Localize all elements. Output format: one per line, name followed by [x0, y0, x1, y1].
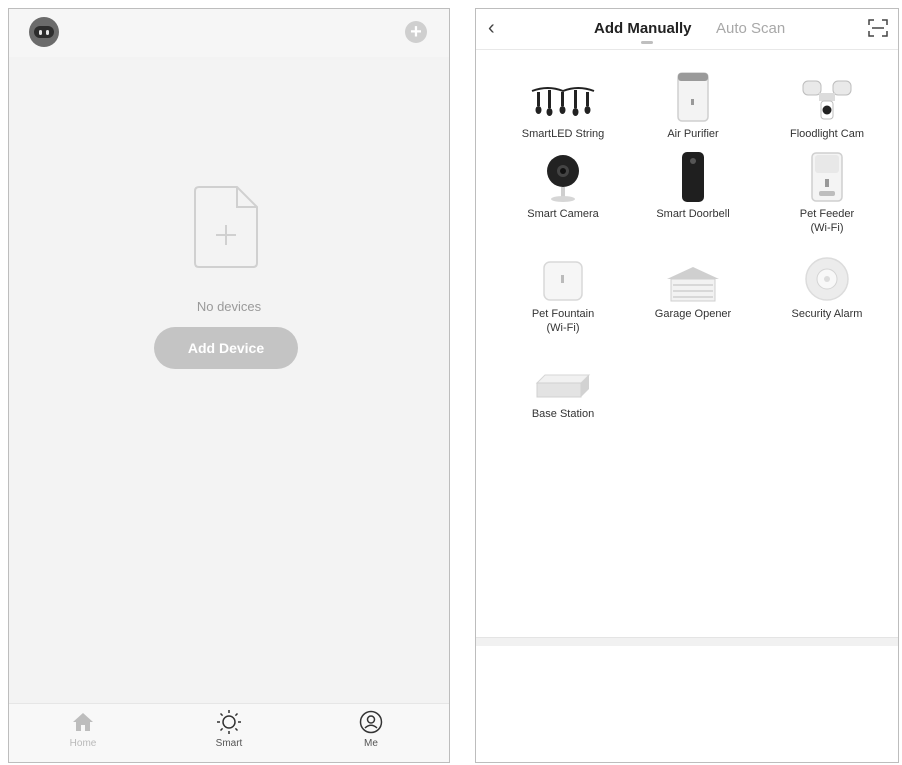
home-top-bar: +	[9, 9, 449, 57]
device-label: Security Alarm	[791, 308, 863, 320]
no-devices-message: No devices	[196, 299, 262, 314]
device-pet-feeder[interactable]: Pet Feeder (Wi-Fi)	[762, 147, 892, 235]
device-smartled-string[interactable]: SmartLED String	[498, 67, 628, 141]
device-smart-camera[interactable]: Smart Camera	[498, 147, 628, 221]
pet-feeder-icon	[811, 152, 843, 202]
bottom-tab-bar: Home Smart Me	[9, 703, 449, 762]
device-floodlight-cam[interactable]: Floodlight Cam	[762, 67, 892, 141]
plus-circle-icon[interactable]: +	[405, 21, 427, 43]
tab-add-manually[interactable]: Add Manually	[594, 20, 692, 37]
home-screen: + No devices Add Device Home Smart Me	[8, 8, 450, 763]
device-label: Base Station	[531, 408, 595, 420]
tab-home[interactable]: Home	[43, 708, 123, 749]
string-lights-icon	[531, 87, 595, 116]
device-smart-doorbell[interactable]: Smart Doorbell	[628, 147, 758, 221]
device-label: SmartLED String	[521, 128, 605, 140]
device-garage-opener[interactable]: Garage Opener	[628, 247, 758, 321]
tab-home-label: Home	[69, 738, 97, 749]
pet-fountain-icon	[543, 261, 583, 301]
smart-camera-icon	[547, 155, 579, 202]
add-device-header: ‹ Add Manually Auto Scan	[476, 9, 898, 50]
device-pet-fountain[interactable]: Pet Fountain (Wi-Fi)	[498, 247, 628, 335]
device-label: Air Purifier	[667, 128, 719, 140]
robot-avatar-icon[interactable]	[29, 17, 59, 47]
device-label: Pet Fountain (Wi-Fi)	[531, 308, 595, 334]
garage-icon	[667, 267, 719, 302]
alarm-icon	[805, 257, 849, 301]
tab-smart[interactable]: Smart	[189, 708, 269, 749]
scan-frame-icon[interactable]	[868, 19, 888, 37]
device-label: Pet Feeder (Wi-Fi)	[799, 208, 855, 234]
add-document-icon	[194, 186, 258, 268]
add-device-screen: ‹ Add Manually Auto Scan SmartLED String	[475, 8, 899, 763]
home-content: No devices Add Device	[9, 57, 449, 707]
add-device-button[interactable]: Add Device	[154, 327, 298, 369]
tab-me[interactable]: Me	[331, 708, 411, 749]
device-label: Floodlight Cam	[790, 128, 864, 140]
device-air-purifier[interactable]: Air Purifier	[628, 67, 758, 141]
home-icon	[73, 713, 93, 731]
floodlight-cam-icon	[802, 80, 852, 120]
user-icon	[359, 710, 383, 734]
device-label: Smart Doorbell	[656, 208, 730, 220]
base-station-icon	[535, 374, 591, 398]
bottom-divider	[476, 637, 898, 646]
tab-auto-scan[interactable]: Auto Scan	[716, 20, 785, 37]
doorbell-icon	[682, 152, 704, 202]
device-base-station[interactable]: Base Station	[498, 347, 628, 421]
tab-smart-label: Smart	[215, 738, 243, 749]
active-tab-indicator	[641, 41, 653, 44]
tab-me-label: Me	[364, 738, 378, 749]
device-label: Garage Opener	[654, 308, 732, 320]
chevron-left-icon[interactable]: ‹	[488, 17, 495, 40]
air-purifier-icon	[677, 72, 709, 122]
sun-icon	[217, 710, 241, 734]
device-label: Smart Camera	[527, 208, 599, 220]
device-security-alarm[interactable]: Security Alarm	[762, 247, 892, 321]
